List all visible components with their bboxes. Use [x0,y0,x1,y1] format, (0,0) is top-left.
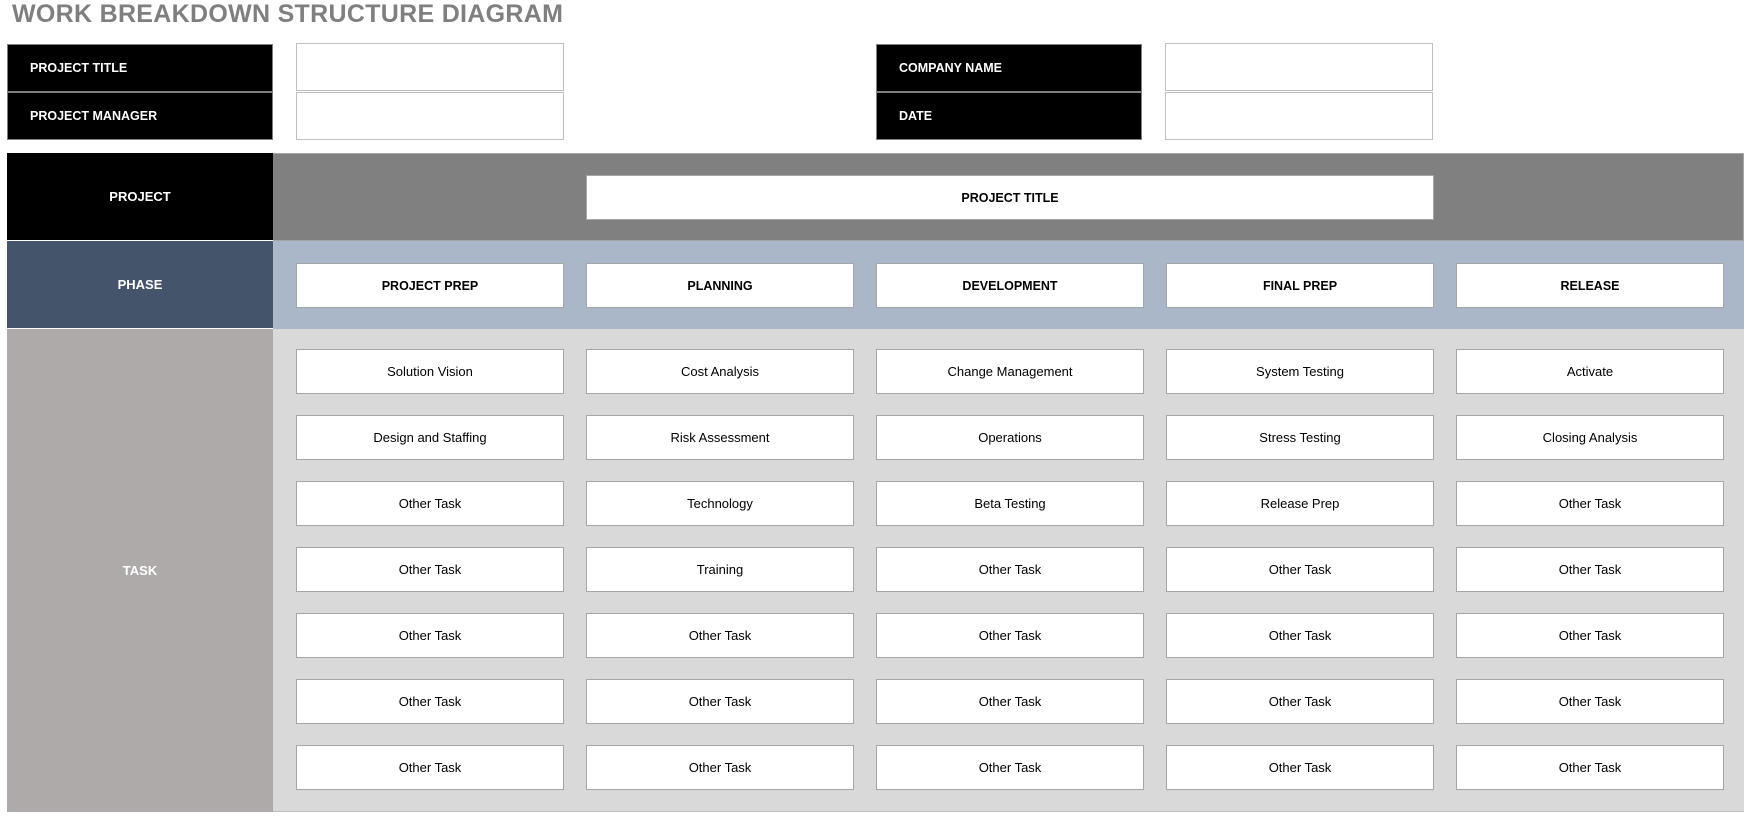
date-label: DATE [876,92,1142,140]
page-title: WORK BREAKDOWN STRUCTURE DIAGRAM [12,0,564,28]
task-box[interactable]: Operations [876,415,1144,460]
task-box[interactable]: Closing Analysis [1456,415,1724,460]
task-box[interactable]: Other Task [1166,745,1434,790]
task-column-final-prep: System Testing Stress Testing Release Pr… [1166,349,1434,811]
task-box[interactable]: Cost Analysis [586,349,854,394]
task-box[interactable]: Other Task [296,745,564,790]
task-box[interactable]: Beta Testing [876,481,1144,526]
task-box[interactable]: Other Task [1456,745,1724,790]
project-row-label: PROJECT [7,153,273,241]
phase-box[interactable]: PLANNING [586,263,854,308]
task-box[interactable]: Change Management [876,349,1144,394]
task-column-release: Activate Closing Analysis Other Task Oth… [1456,349,1724,811]
phase-box[interactable]: PROJECT PREP [296,263,564,308]
project-manager-label: PROJECT MANAGER [7,92,273,140]
task-box[interactable]: Other Task [1456,613,1724,658]
task-box[interactable]: Training [586,547,854,592]
task-box[interactable]: System Testing [1166,349,1434,394]
task-box[interactable]: Other Task [296,547,564,592]
task-box[interactable]: Other Task [876,745,1144,790]
task-box[interactable]: Other Task [586,745,854,790]
task-box[interactable]: Solution Vision [296,349,564,394]
project-title-label: PROJECT TITLE [7,44,273,92]
task-box[interactable]: Risk Assessment [586,415,854,460]
task-box[interactable]: Other Task [876,679,1144,724]
task-box[interactable]: Other Task [876,547,1144,592]
phase-box[interactable]: RELEASE [1456,263,1724,308]
task-box[interactable]: Other Task [1456,481,1724,526]
task-box[interactable]: Other Task [876,613,1144,658]
company-name-label: COMPANY NAME [876,44,1142,92]
task-box[interactable]: Other Task [296,613,564,658]
phase-box[interactable]: DEVELOPMENT [876,263,1144,308]
date-field[interactable] [1165,92,1433,140]
task-box[interactable]: Other Task [296,679,564,724]
task-box[interactable]: Other Task [1456,547,1724,592]
company-name-field[interactable] [1165,43,1433,91]
task-box[interactable]: Technology [586,481,854,526]
task-column-planning: Cost Analysis Risk Assessment Technology… [586,349,854,811]
task-box[interactable]: Other Task [1166,613,1434,658]
task-column-project-prep: Solution Vision Design and Staffing Othe… [296,349,564,811]
task-box[interactable]: Other Task [1166,547,1434,592]
task-box[interactable]: Other Task [1166,679,1434,724]
task-column-development: Change Management Operations Beta Testin… [876,349,1144,811]
task-box[interactable]: Other Task [296,481,564,526]
task-box[interactable]: Stress Testing [1166,415,1434,460]
task-box[interactable]: Activate [1456,349,1724,394]
project-manager-field[interactable] [296,92,564,140]
wbs-page: WORK BREAKDOWN STRUCTURE DIAGRAM PROJECT… [0,0,1752,820]
phase-box[interactable]: FINAL PREP [1166,263,1434,308]
project-title-field[interactable] [296,43,564,91]
project-title-box[interactable]: PROJECT TITLE [586,175,1434,220]
task-box[interactable]: Other Task [586,613,854,658]
task-box[interactable]: Other Task [1456,679,1724,724]
phase-row-label: PHASE [7,241,273,329]
task-box[interactable]: Other Task [586,679,854,724]
task-box[interactable]: Design and Staffing [296,415,564,460]
task-box[interactable]: Release Prep [1166,481,1434,526]
task-row-label: TASK [7,329,273,812]
